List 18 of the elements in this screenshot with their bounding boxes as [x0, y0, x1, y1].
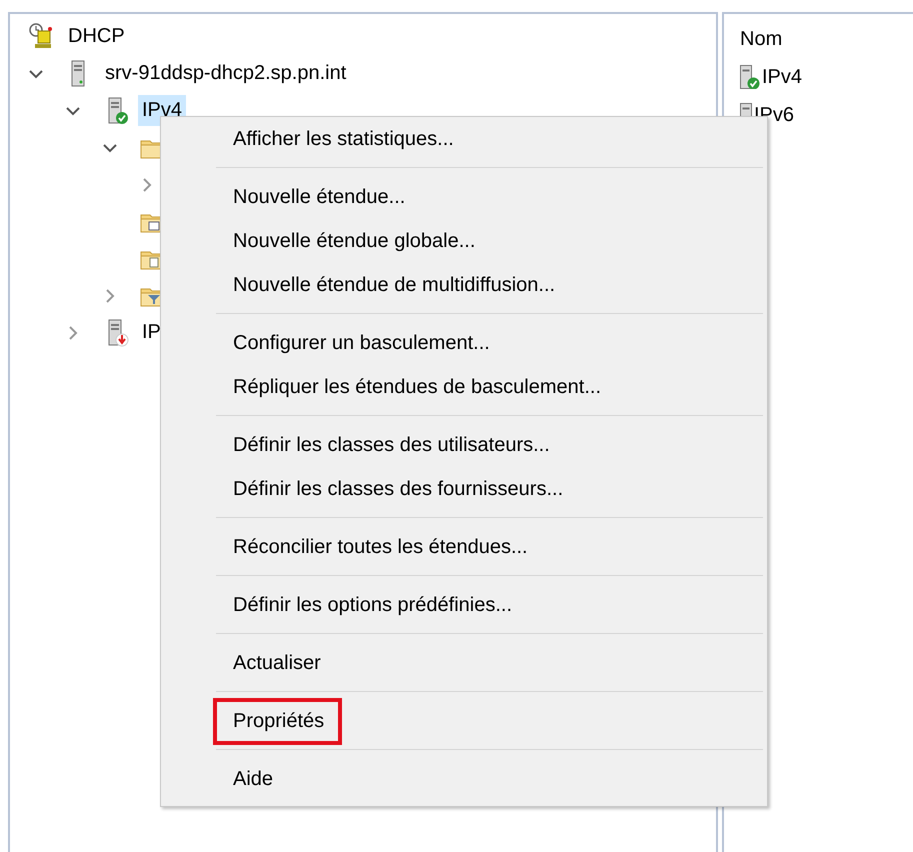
tree-item[interactable]: srv-91ddsp-dhcp2.sp.pn.int: [101, 58, 350, 89]
menu-item[interactable]: Aide: [161, 757, 767, 801]
menu-item[interactable]: Configurer un basculement...: [161, 321, 767, 365]
server-icon: [740, 103, 752, 116]
tree-item[interactable]: DHCP: [64, 21, 129, 52]
menu-item[interactable]: Définir les classes des utilisateurs...: [161, 423, 767, 467]
menu-item[interactable]: Réconcilier toutes les étendues...: [161, 525, 767, 569]
menu-item[interactable]: Nouvelle étendue globale...: [161, 219, 767, 263]
list-item[interactable]: IPv4: [762, 66, 802, 88]
menu-item[interactable]: Répliquer les étendues de basculement...: [161, 365, 767, 409]
menu-item[interactable]: Nouvelle étendue de multidiffusion...: [161, 263, 767, 307]
menu-item[interactable]: Actualiser: [161, 641, 767, 685]
menu-item[interactable]: Définir les options prédéfinies...: [161, 583, 767, 627]
menu-item[interactable]: Propriétés: [161, 699, 767, 743]
column-header[interactable]: Nom: [740, 28, 913, 58]
menu-item[interactable]: Définir les classes des fournisseurs...: [161, 467, 767, 511]
server-check-icon: [740, 65, 760, 89]
menu-item[interactable]: Nouvelle étendue...: [161, 175, 767, 219]
